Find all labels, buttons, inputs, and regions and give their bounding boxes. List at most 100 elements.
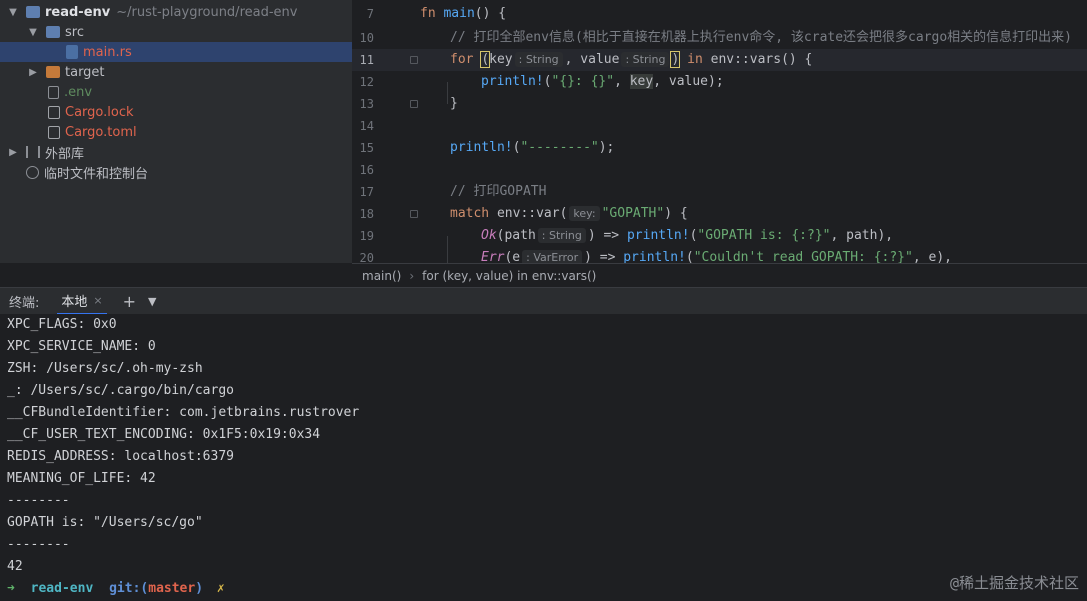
chevron-right-icon[interactable]: ▶ — [26, 67, 40, 78]
chevron-right-icon: › — [409, 268, 415, 283]
string: "GOPATH is: {:?}" — [697, 228, 831, 243]
line-number: 15 — [359, 141, 374, 155]
fold-icon[interactable] — [410, 56, 418, 64]
tree-item-root[interactable]: ▼ read-env ~/rust-playground/read-env — [0, 2, 352, 22]
enum-variant: Err — [481, 250, 505, 263]
breadcrumb-item-for[interactable]: for (key, value) in env::vars() — [422, 269, 596, 283]
function-name: main — [443, 6, 475, 21]
tree-item-main-rs[interactable]: main.rs — [0, 42, 352, 62]
chevron-down-icon[interactable]: ▼ — [26, 27, 40, 38]
code-line[interactable]: 17 // 打印GOPATH — [352, 181, 1087, 203]
code-line[interactable]: 15 println!("--------"); — [352, 137, 1087, 159]
string: "GOPATH" — [601, 206, 665, 221]
tree-item-cargo-lock[interactable]: Cargo.lock — [0, 102, 352, 122]
keyword: match — [450, 206, 490, 221]
src-label: src — [65, 24, 84, 40]
keyword: for — [450, 52, 474, 67]
type-hint: : String — [621, 52, 670, 67]
terminal-line: -------- — [7, 493, 70, 508]
code-line[interactable]: 20 Err(e: VarError) => println!("Couldn'… — [352, 247, 1087, 263]
close-icon[interactable]: × — [93, 294, 102, 307]
tab-local[interactable]: 本地 × — [57, 288, 107, 315]
terminal-output[interactable]: XPC_FLAGS: 0x0 XPC_SERVICE_NAME: 0 ZSH: … — [0, 314, 1087, 601]
line-number: 10 — [359, 31, 374, 45]
terminal-title: 终端: — [9, 295, 40, 311]
comment: // 打印GOPATH — [450, 184, 547, 199]
code-text: , value); — [653, 74, 724, 89]
target-label: target — [65, 64, 105, 80]
code-line[interactable]: 14 — [352, 115, 1087, 137]
watermark: @稀土掘金技术社区 — [949, 574, 1079, 592]
comment: // 打印全部env信息(相比于直接在机器上执行env命令, 该crate还会把… — [450, 30, 1073, 45]
terminal-line: _: /Users/sc/.cargo/bin/cargo — [7, 383, 234, 398]
line-number: 7 — [366, 7, 374, 21]
tree-item-env[interactable]: .env — [0, 82, 352, 102]
code-text: , path), — [830, 228, 894, 243]
code-line[interactable]: 13 } — [352, 93, 1087, 115]
macro: println! — [450, 140, 513, 155]
fold-icon[interactable] — [410, 100, 418, 108]
code-line[interactable]: 16 — [352, 159, 1087, 181]
line-number: 13 — [359, 97, 374, 111]
text-file-icon — [48, 85, 59, 99]
string: "{}: {}" — [551, 74, 615, 89]
terminal-line: 42 — [7, 559, 23, 574]
root-path: ~/rust-playground/read-env — [116, 4, 298, 20]
code-line[interactable]: 18 match env::var(key: "GOPATH") { — [352, 203, 1087, 225]
cargo-file-icon — [48, 125, 60, 139]
scratches-label: 临时文件和控制台 — [44, 166, 149, 182]
code-editor[interactable]: 7 fn main() { 10 // 打印全部env信息(相比于直接在机器上执… — [352, 0, 1087, 263]
rust-file-icon — [66, 45, 78, 59]
cargo-file-icon — [48, 105, 60, 119]
tree-item-external-libs[interactable]: ▶ 外部库 — [0, 142, 352, 162]
code-line[interactable]: 12 println!("{}: {}", key, value); — [352, 71, 1087, 93]
chevron-down-icon[interactable]: ▼ — [6, 7, 20, 18]
macro: println! — [626, 228, 690, 243]
prompt-branch: master — [148, 581, 196, 596]
code-line-current[interactable]: 11 for (key: String, value: String) in e… — [352, 49, 1087, 71]
code-line[interactable]: 7 fn main() { — [352, 3, 1087, 25]
tree-item-cargo-toml[interactable]: Cargo.toml — [0, 122, 352, 142]
code-text: ) => — [584, 250, 616, 263]
code-line[interactable]: 10 // 打印全部env信息(相比于直接在机器上执行env命令, 该crate… — [352, 27, 1087, 49]
terminal-header: 终端: 本地 × + ▼ — [0, 287, 1087, 315]
code-text: (e — [504, 250, 521, 263]
code-line[interactable]: 19 Ok(path: String) => println!("GOPATH … — [352, 225, 1087, 247]
dirty-status-icon: ✗ — [216, 581, 225, 596]
type-hint: : String — [537, 228, 586, 243]
external-libs-label: 外部库 — [45, 146, 85, 162]
fold-icon[interactable] — [410, 210, 418, 218]
scratches-icon — [26, 165, 39, 179]
code-text: (path — [496, 228, 536, 243]
terminal-prompt[interactable]: ➜ read-env git:(master) ✗ — [7, 578, 225, 600]
breadcrumb-item-main[interactable]: main() — [362, 269, 401, 283]
macro: println! — [623, 250, 686, 263]
root-name: read-env — [45, 4, 111, 20]
env-label: .env — [64, 84, 93, 100]
line-number: 11 — [359, 53, 374, 67]
terminal-line: __CF_USER_TEXT_ENCODING: 0x1F5:0x19:0x34 — [7, 427, 321, 442]
line-number: 20 — [359, 251, 374, 263]
cargo-lock-label: Cargo.lock — [65, 104, 134, 120]
param-hint: key: — [569, 206, 600, 221]
tree-item-target[interactable]: ▶ target — [0, 62, 352, 82]
chevron-right-icon[interactable]: ▶ — [6, 147, 20, 158]
string: "--------" — [520, 140, 599, 155]
cargo-toml-label: Cargo.toml — [65, 124, 137, 140]
enum-variant: Ok — [481, 228, 497, 243]
keyword: fn — [420, 6, 436, 21]
tree-item-scratches[interactable]: 临时文件和控制台 — [0, 162, 352, 182]
macro: println! — [481, 74, 544, 89]
chevron-down-icon[interactable]: ▼ — [148, 295, 156, 308]
code-text: ) => — [587, 228, 620, 243]
add-tab-button[interactable]: + — [123, 292, 136, 311]
code-text: ) { — [664, 206, 688, 221]
code-text: env::vars() { — [710, 52, 813, 67]
code-text: key — [489, 52, 513, 67]
type-hint: : String — [514, 52, 563, 67]
prompt-arrow-icon: ➜ — [7, 581, 15, 596]
line-number: 14 — [359, 119, 374, 133]
terminal-line: -------- — [7, 537, 70, 552]
tree-item-src[interactable]: ▼ src — [0, 22, 352, 42]
code-text: () { — [474, 6, 507, 21]
